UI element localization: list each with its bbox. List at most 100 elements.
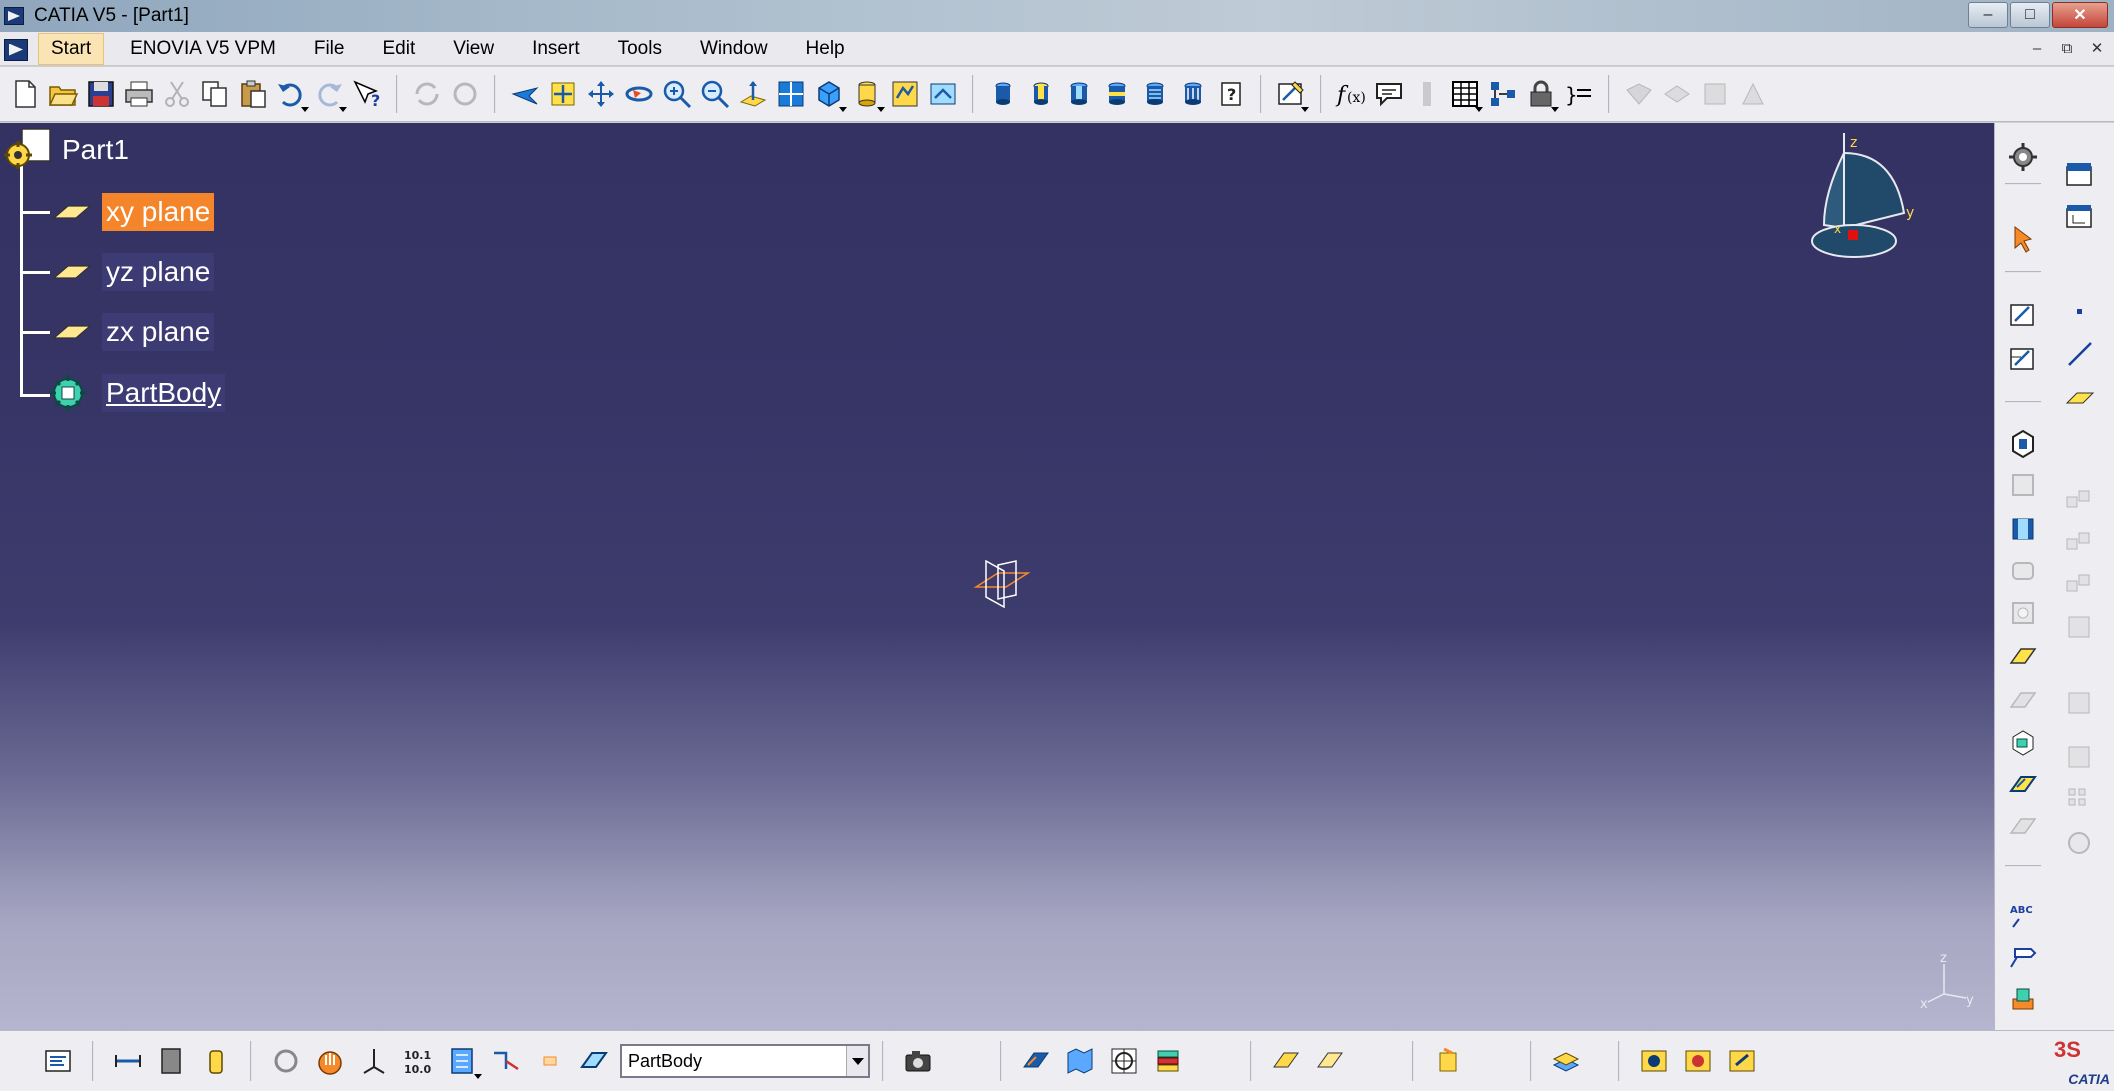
hide-show-icon[interactable] — [886, 74, 924, 114]
compass-icon[interactable]: z y x — [1804, 133, 1924, 273]
update-icon[interactable] — [408, 74, 446, 114]
pattern-2-icon[interactable] — [2057, 523, 2101, 563]
table-icon[interactable] — [1446, 74, 1484, 114]
reticle-icon[interactable] — [1102, 1039, 1146, 1083]
menu-file[interactable]: File — [302, 34, 357, 64]
parameters-icon[interactable]: } — [1560, 74, 1598, 114]
thickness-icon[interactable] — [2001, 679, 2045, 719]
catia-app-icon[interactable] — [4, 5, 26, 27]
properties-icon[interactable] — [36, 1039, 80, 1083]
measure-icon[interactable] — [106, 1039, 150, 1083]
surface-icon[interactable] — [1620, 74, 1658, 114]
gear-icon[interactable] — [2001, 137, 2045, 177]
grid-icon[interactable]: 10.1 10.0 — [396, 1039, 440, 1083]
copy-icon[interactable] — [196, 74, 234, 114]
hole-feature-icon[interactable] — [2001, 551, 2045, 591]
chevron-down-icon[interactable] — [846, 1046, 868, 1076]
hand-icon[interactable] — [308, 1039, 352, 1083]
shading-icon[interactable] — [848, 74, 886, 114]
render-icon[interactable] — [1426, 1039, 1470, 1083]
mirror-icon[interactable] — [2001, 807, 2045, 847]
update-all-icon[interactable] — [446, 74, 484, 114]
save-icon[interactable] — [82, 74, 120, 114]
surface-4-icon[interactable] — [1734, 74, 1772, 114]
pattern-icon[interactable] — [2057, 481, 2101, 521]
close-button[interactable]: ✕ — [2052, 2, 2108, 28]
point-icon[interactable] — [2057, 291, 2101, 331]
menu-view[interactable]: View — [441, 34, 506, 64]
menu-tools[interactable]: Tools — [606, 34, 674, 64]
apply-material-icon[interactable] — [194, 1039, 238, 1083]
rib-icon[interactable] — [1174, 74, 1212, 114]
minimize-button[interactable]: – — [1968, 2, 2008, 28]
fly-mode-icon[interactable] — [506, 74, 544, 114]
menu-start[interactable]: Start — [38, 32, 105, 65]
layers-icon[interactable] — [1146, 1039, 1190, 1083]
manual-update-icon[interactable] — [1720, 1039, 1764, 1083]
menu-enovia[interactable]: ENOVIA V5 VPM — [118, 34, 288, 64]
formula-icon[interactable]: f (x) — [1332, 74, 1370, 114]
camera-icon[interactable] — [896, 1039, 940, 1083]
swap-space-icon[interactable] — [924, 74, 962, 114]
tree-node-partbody[interactable]: PartBody — [48, 371, 226, 415]
select-arrow-icon[interactable] — [2001, 219, 2045, 259]
zoom-in-icon[interactable] — [658, 74, 696, 114]
zoom-out-icon[interactable] — [696, 74, 734, 114]
translate-icon[interactable] — [2057, 737, 2101, 777]
pattern-4-icon[interactable] — [2057, 607, 2101, 647]
menu-edit[interactable]: Edit — [370, 34, 427, 64]
undo-icon[interactable] — [272, 74, 310, 114]
current-body-select[interactable]: PartBody — [620, 1044, 870, 1078]
axis-system-icon[interactable] — [2057, 197, 2101, 237]
tree-node-xy-plane[interactable]: xy plane — [48, 193, 215, 231]
menu-insert[interactable]: Insert — [520, 34, 592, 64]
map-icon[interactable] — [1058, 1039, 1102, 1083]
user-pattern-icon[interactable] — [2057, 779, 2101, 819]
normal-view-icon[interactable] — [734, 74, 772, 114]
origin-planes-icon[interactable] — [968, 547, 1038, 617]
scaling-icon[interactable] — [2057, 683, 2101, 723]
tree-node-yz-plane[interactable]: yz plane — [48, 253, 215, 291]
reference-element-icon[interactable] — [2057, 155, 2101, 195]
menu-window[interactable]: Window — [688, 34, 780, 64]
shell-icon[interactable] — [2001, 509, 2045, 549]
snap-icon[interactable] — [264, 1039, 308, 1083]
positioned-sketch-icon[interactable] — [2001, 339, 2045, 379]
fillet-icon[interactable] — [2001, 593, 2045, 633]
surface-2-icon[interactable] — [1658, 74, 1696, 114]
shaft-icon[interactable] — [1060, 74, 1098, 114]
pan-icon[interactable] — [582, 74, 620, 114]
draft-icon[interactable] — [2001, 637, 2045, 677]
dash-icon[interactable] — [528, 1039, 572, 1083]
axis-icon[interactable] — [352, 1039, 396, 1083]
surface-3-icon[interactable] — [1696, 74, 1734, 114]
pattern-3-icon[interactable] — [2057, 565, 2101, 605]
doc-minimize-button[interactable]: – — [2024, 36, 2050, 60]
constraint-icon[interactable] — [484, 1039, 528, 1083]
groove-icon[interactable] — [1098, 74, 1136, 114]
tree-node-zx-plane[interactable]: zx plane — [48, 313, 215, 351]
iso-view-icon[interactable] — [810, 74, 848, 114]
knowledge-icon[interactable] — [1408, 74, 1446, 114]
sketcher-icon[interactable] — [2001, 295, 2045, 335]
whats-this-icon[interactable]: ? — [348, 74, 386, 114]
pad-icon[interactable] — [984, 74, 1022, 114]
lock-icon[interactable] — [1522, 74, 1560, 114]
doc-close-button[interactable]: ✕ — [2084, 36, 2110, 60]
menu-help[interactable]: Help — [794, 34, 857, 64]
sheet-2-icon[interactable] — [1308, 1039, 1352, 1083]
document-icon[interactable] — [2, 36, 32, 62]
material-icon[interactable] — [2001, 979, 2045, 1019]
measure-item-icon[interactable] — [150, 1039, 194, 1083]
transform-icon[interactable] — [2001, 765, 2045, 805]
stack-icon[interactable] — [1544, 1039, 1588, 1083]
update-part-icon[interactable] — [1632, 1039, 1676, 1083]
stop-update-icon[interactable] — [1676, 1039, 1720, 1083]
maximize-button[interactable]: □ — [2010, 2, 2050, 28]
symmetry-icon[interactable] — [2057, 823, 2101, 863]
pad-feature-icon[interactable] — [2001, 423, 2045, 463]
pocket-icon[interactable] — [1022, 74, 1060, 114]
cut-icon[interactable] — [158, 74, 196, 114]
multi-view-icon[interactable] — [772, 74, 810, 114]
paste-icon[interactable] — [234, 74, 272, 114]
